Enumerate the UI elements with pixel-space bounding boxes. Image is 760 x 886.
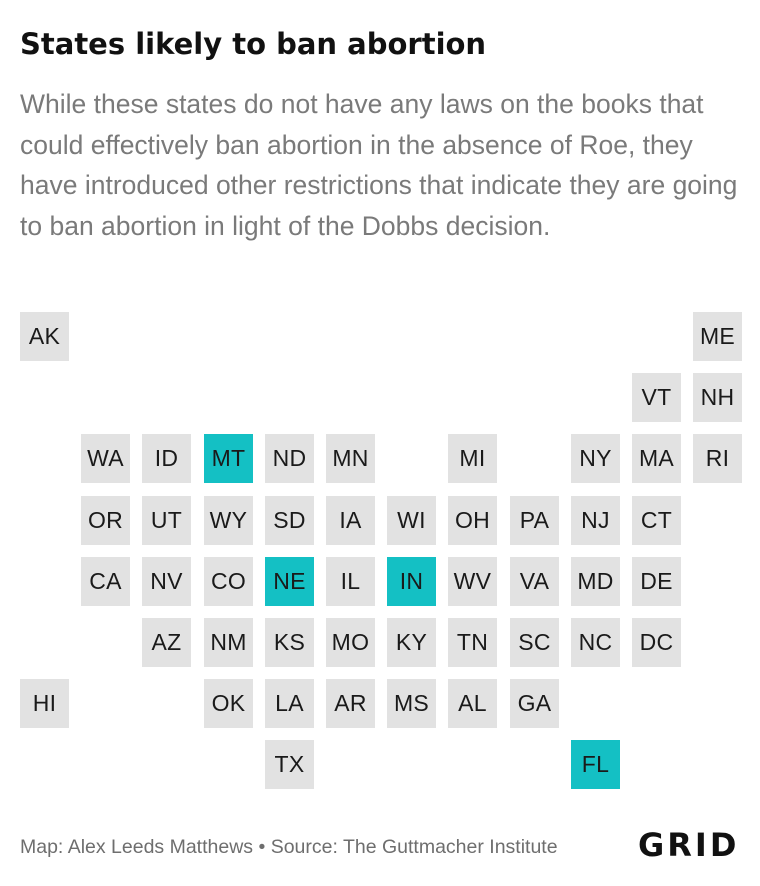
state-tile-la: LA (265, 679, 314, 728)
state-tile-ca: CA (81, 557, 130, 606)
state-tile-tn: TN (448, 618, 497, 667)
state-tile-ky: KY (387, 618, 436, 667)
state-tile-ak: AK (20, 312, 69, 361)
state-tile-al: AL (448, 679, 497, 728)
state-tile-oh: OH (448, 496, 497, 545)
state-tile-ct: CT (632, 496, 681, 545)
state-tile-wa: WA (81, 434, 130, 483)
state-tile-ar: AR (326, 679, 375, 728)
state-tile-or: OR (81, 496, 130, 545)
state-tile-mo: MO (326, 618, 375, 667)
state-tile-sc: SC (510, 618, 559, 667)
state-tile-il: IL (326, 557, 375, 606)
state-tile-nv: NV (142, 557, 191, 606)
state-tile-md: MD (571, 557, 620, 606)
state-tile-ga: GA (510, 679, 559, 728)
grid-logo: GRID (638, 826, 740, 864)
state-tile-nj: NJ (571, 496, 620, 545)
state-tile-nd: ND (265, 434, 314, 483)
state-tile-sd: SD (265, 496, 314, 545)
state-tile-mi: MI (448, 434, 497, 483)
state-tile-tx: TX (265, 740, 314, 789)
state-tile-ri: RI (693, 434, 742, 483)
state-tile-mt: MT (204, 434, 253, 483)
state-tile-va: VA (510, 557, 559, 606)
state-tile-ks: KS (265, 618, 314, 667)
state-tile-ut: UT (142, 496, 191, 545)
state-tile-ne: NE (265, 557, 314, 606)
state-tile-mn: MN (326, 434, 375, 483)
state-tile-ia: IA (326, 496, 375, 545)
state-tile-vt: VT (632, 373, 681, 422)
state-tile-wv: WV (448, 557, 497, 606)
state-tile-az: AZ (142, 618, 191, 667)
state-tile-fl: FL (571, 740, 620, 789)
state-tile-me: ME (693, 312, 742, 361)
state-tile-nm: NM (204, 618, 253, 667)
state-tile-hi: HI (20, 679, 69, 728)
state-tile-ok: OK (204, 679, 253, 728)
state-tile-ny: NY (571, 434, 620, 483)
state-tile-wi: WI (387, 496, 436, 545)
state-tile-pa: PA (510, 496, 559, 545)
state-tile-wy: WY (204, 496, 253, 545)
state-tile-id: ID (142, 434, 191, 483)
map-subtitle: While these states do not have any laws … (20, 89, 738, 241)
state-tile-nh: NH (693, 373, 742, 422)
state-tile-de: DE (632, 557, 681, 606)
state-tile-nc: NC (571, 618, 620, 667)
source-credit: Map: Alex Leeds Matthews • Source: The G… (20, 836, 558, 858)
state-tile-ms: MS (387, 679, 436, 728)
state-tile-co: CO (204, 557, 253, 606)
state-tile-ma: MA (632, 434, 681, 483)
state-tile-in: IN (387, 557, 436, 606)
map-title: States likely to ban abortion (20, 27, 487, 61)
state-tile-dc: DC (632, 618, 681, 667)
